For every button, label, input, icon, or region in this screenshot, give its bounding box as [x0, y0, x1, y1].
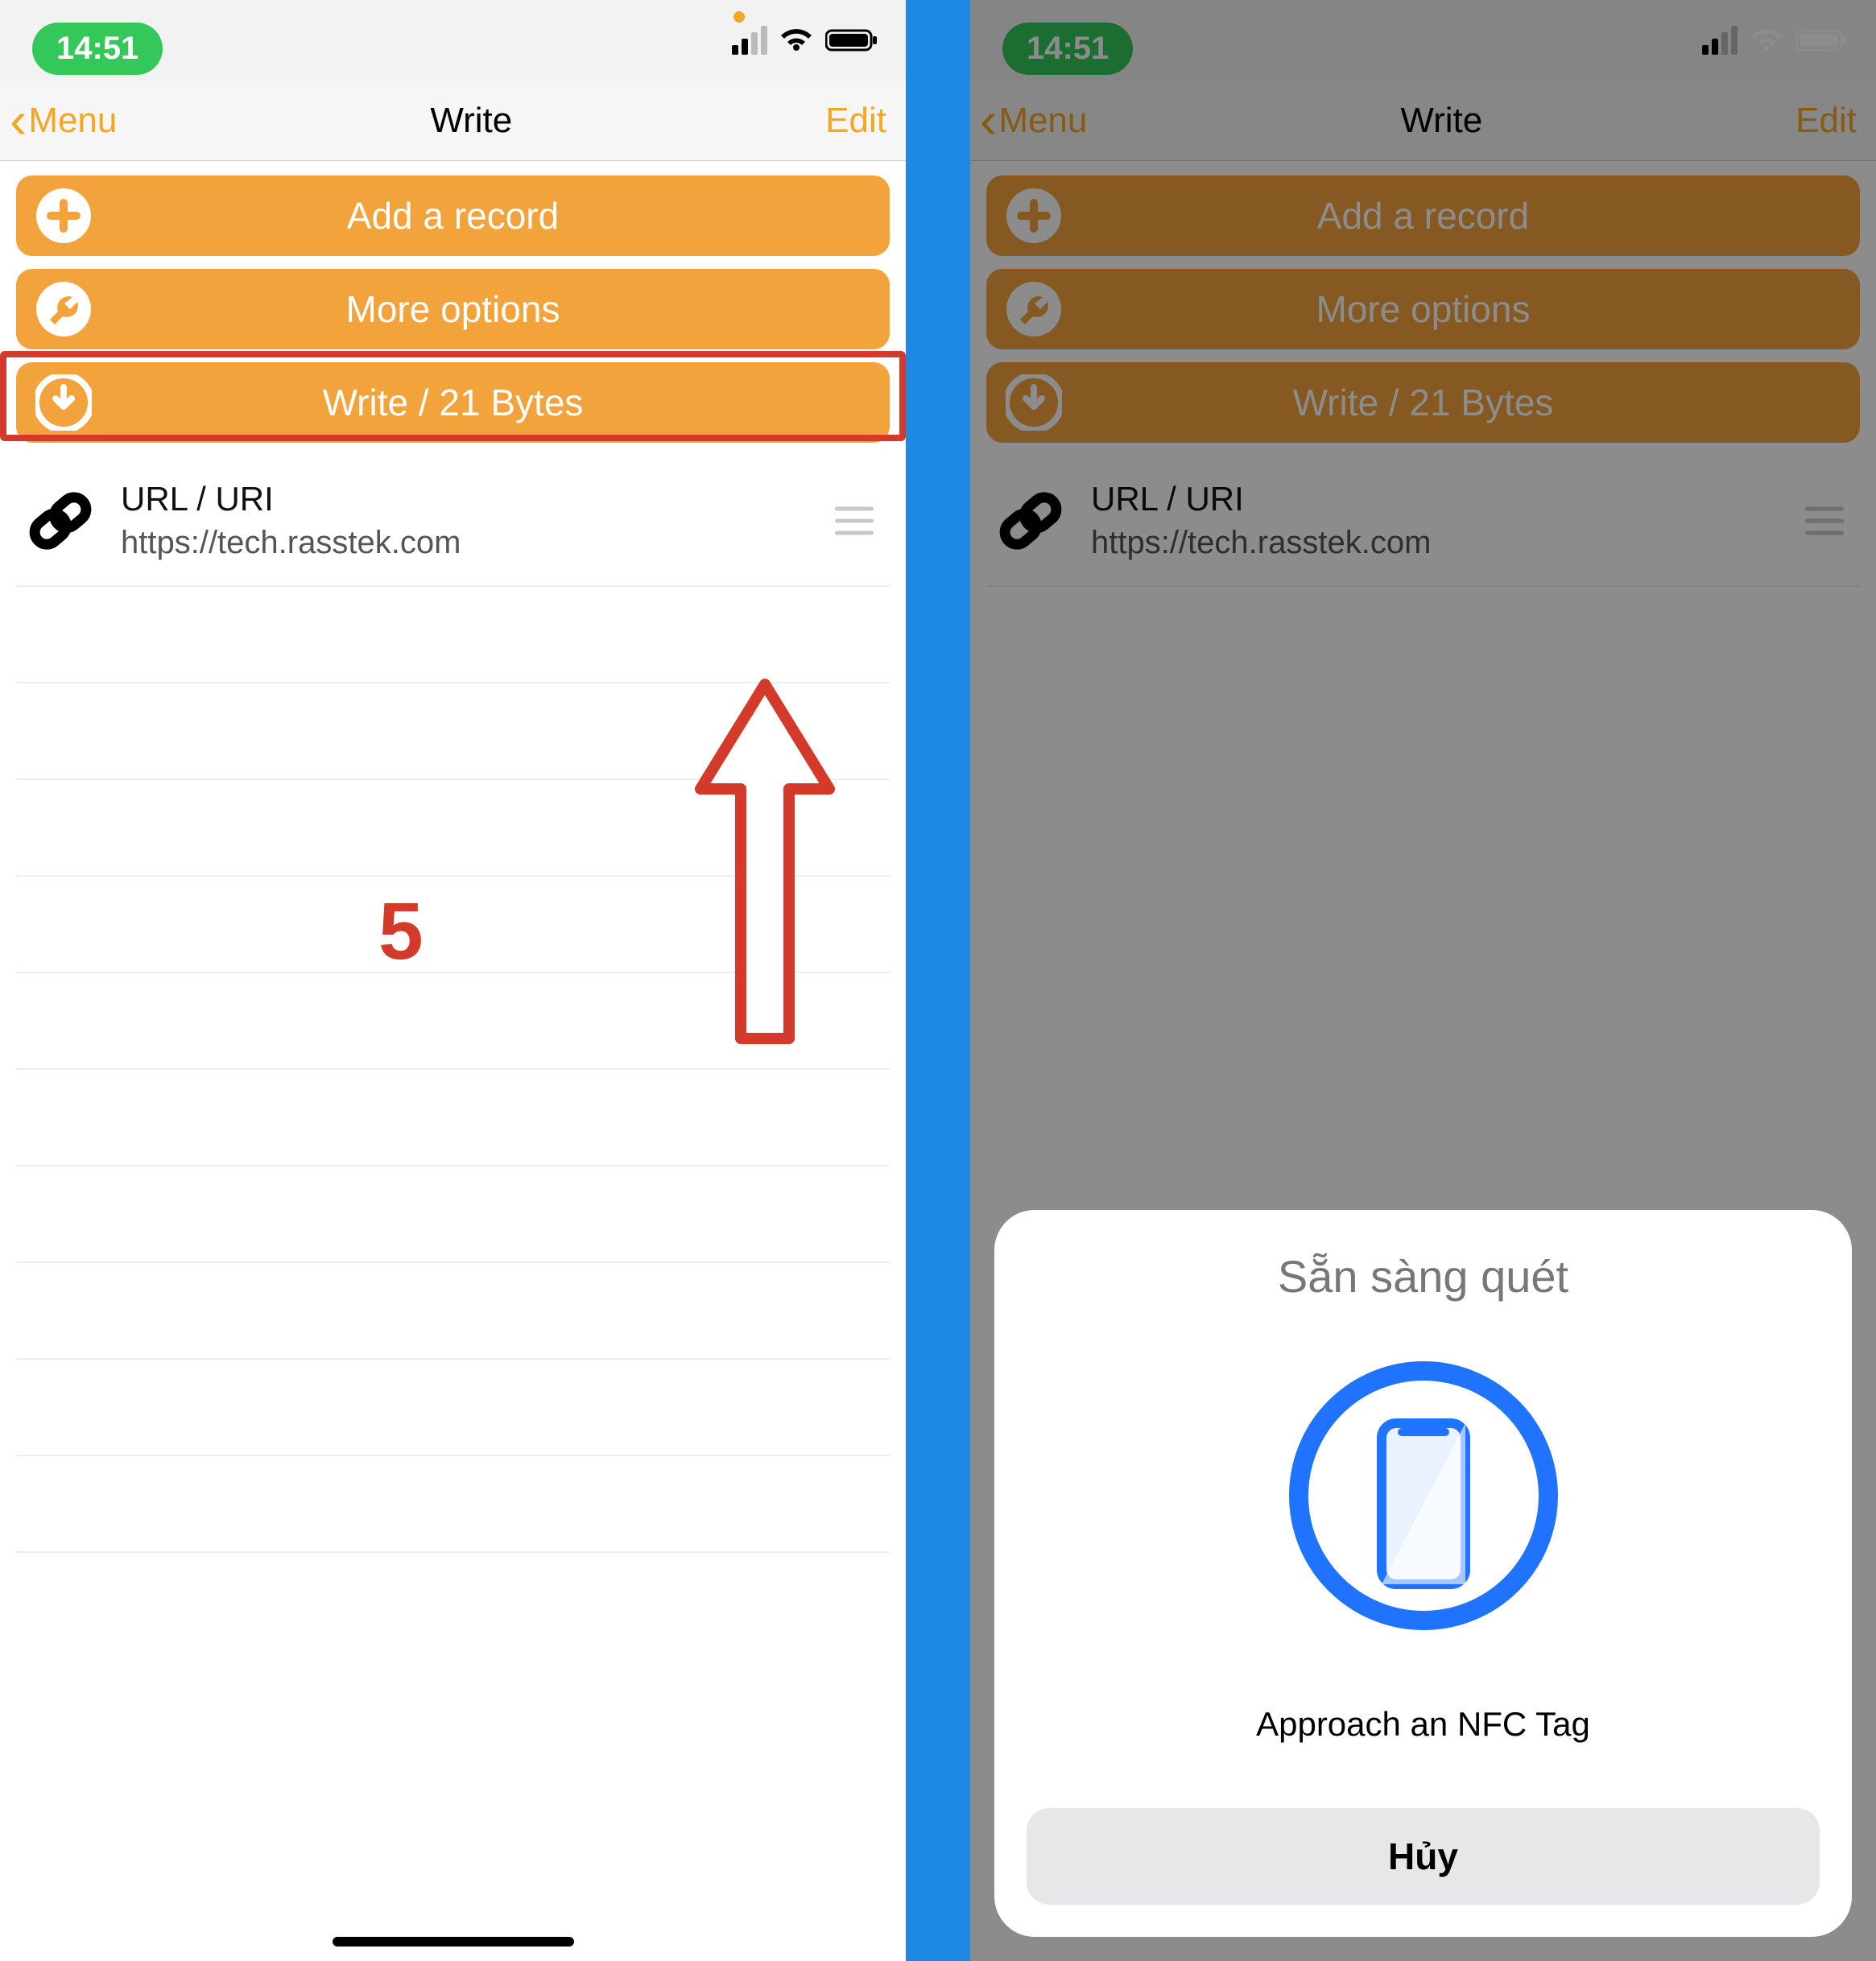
write-bytes-button[interactable]: Write / 21 Bytes — [16, 362, 890, 443]
more-options-button[interactable]: More options — [16, 269, 890, 349]
back-label: Menu — [28, 101, 117, 141]
home-indicator[interactable] — [333, 1937, 574, 1947]
wifi-icon — [779, 27, 814, 54]
write-bytes-label: Write / 21 Bytes — [323, 381, 584, 424]
content-area: Add a record More options Write / 21 Byt… — [0, 161, 906, 1961]
nfc-phone-icon — [1287, 1359, 1560, 1633]
status-time: 14:51 — [32, 23, 163, 75]
annotation-arrow-icon — [692, 676, 837, 1051]
record-row[interactable]: URL / URI https://tech.rasstek.com — [16, 456, 890, 587]
phone-left: 14:51 ‹ Menu Write Edit — [0, 0, 906, 1961]
record-title: URL / URI — [121, 480, 461, 518]
list-item — [16, 587, 890, 683]
drag-handle-icon[interactable] — [835, 506, 874, 535]
wrench-circle-icon — [35, 281, 92, 337]
battery-icon — [825, 27, 878, 53]
annotation-step-number: 5 — [378, 886, 424, 978]
nfc-sheet-title: Sẵn sàng quét — [1278, 1250, 1568, 1303]
chevron-left-icon: ‹ — [10, 105, 28, 135]
cellular-icon — [732, 26, 767, 55]
nfc-sheet-subtitle: Approach an NFC Tag — [1256, 1705, 1590, 1744]
more-options-label: More options — [346, 287, 560, 331]
list-item — [16, 1263, 890, 1360]
download-circle-icon — [35, 374, 92, 431]
nav-bar: ‹ Menu Write Edit — [0, 81, 906, 161]
plus-circle-icon — [35, 188, 92, 244]
back-button[interactable]: ‹ Menu — [10, 101, 117, 141]
add-record-button[interactable]: Add a record — [16, 175, 890, 256]
list-item — [16, 1070, 890, 1166]
list-item — [16, 1166, 890, 1263]
phone-right: 14:51 ‹ Menu Write Edit — [970, 0, 1876, 1961]
recording-dot-icon — [733, 11, 745, 23]
list-item — [16, 1456, 890, 1553]
link-icon — [24, 485, 97, 557]
nfc-scan-sheet: Sẵn sàng quét Approach an NFC Tag Hủy — [994, 1210, 1852, 1937]
record-url: https://tech.rasstek.com — [121, 525, 461, 561]
nfc-cancel-button[interactable]: Hủy — [1027, 1808, 1820, 1905]
page-title: Write — [430, 101, 512, 141]
status-bar: 14:51 — [0, 0, 906, 81]
edit-button[interactable]: Edit — [825, 101, 886, 141]
status-icons — [732, 26, 878, 55]
list-item — [16, 1360, 890, 1456]
add-record-label: Add a record — [347, 194, 559, 237]
